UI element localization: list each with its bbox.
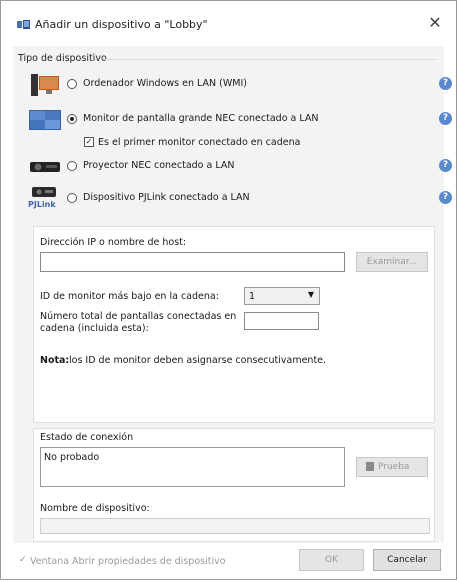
- ip-label: Dirección IP o nombre de host:: [40, 237, 187, 248]
- first-in-chain-checkbox[interactable]: ✓: [84, 137, 94, 147]
- lowest-id-select[interactable]: 1 ▼: [244, 287, 320, 305]
- ip-input[interactable]: [40, 252, 345, 272]
- device-type-label: Tipo de dispositivo: [18, 53, 107, 64]
- connection-status-box: No probado: [40, 447, 345, 487]
- help-icon[interactable]: ?: [439, 191, 452, 204]
- add-device-dialog: Añadir un dispositivo a "Lobby" ✕ Tipo d…: [0, 0, 457, 580]
- device-type-divider: [103, 59, 436, 60]
- note-bold: Nota:: [40, 355, 70, 366]
- status-panel: Estado de conexión No probado Prueba Nom…: [33, 428, 435, 542]
- projector-icon: [30, 162, 60, 172]
- open-props-check-icon[interactable]: ✓: [19, 555, 27, 565]
- option-label-nec-monitor: Monitor de pantalla grande NEC conectado…: [83, 113, 319, 124]
- close-icon[interactable]: ✕: [426, 14, 444, 32]
- connection-status-value: No probado: [44, 452, 100, 463]
- connection-status-label: Estado de conexión: [40, 432, 134, 443]
- test-icon: [366, 462, 374, 471]
- total-screens-input[interactable]: [244, 312, 319, 330]
- lowest-id-label: ID de monitor más bajo en la cadena:: [40, 291, 219, 302]
- open-props-label: Ventana Abrir propiedades de dispositivo: [30, 556, 226, 567]
- chevron-down-icon: ▼: [307, 290, 314, 299]
- note-text: los ID de monitor deben asignarse consec…: [69, 355, 327, 366]
- title-bar: Añadir un dispositivo a "Lobby" ✕: [1, 1, 456, 47]
- radio-nec-monitor[interactable]: [67, 114, 77, 124]
- radio-pjlink[interactable]: [67, 193, 77, 203]
- connection-panel: Dirección IP o nombre de host: Examinar.…: [33, 226, 435, 423]
- total-screens-label-line2: cadena (incluida esta):: [40, 323, 149, 334]
- help-icon[interactable]: ?: [439, 159, 452, 172]
- pjlink-logo-text: PJLink: [28, 200, 56, 209]
- computer-monitor-icon: [31, 74, 59, 96]
- option-label-windows: Ordenador Windows en LAN (WMI): [83, 78, 247, 89]
- first-in-chain-label: Es el primer monitor conectado en cadena: [98, 137, 301, 148]
- cancel-button[interactable]: Cancelar: [373, 549, 441, 571]
- test-button-label: Prueba: [378, 462, 410, 472]
- add-device-icon: [17, 20, 30, 29]
- device-option-nec-monitor[interactable]: Monitor de pantalla grande NEC conectado…: [27, 107, 452, 133]
- device-option-windows[interactable]: Ordenador Windows en LAN (WMI) ?: [27, 72, 452, 98]
- device-name-input[interactable]: [40, 518, 430, 534]
- total-screens-label-line1: Número total de pantallas conectadas en: [40, 311, 237, 322]
- large-display-icon: [29, 110, 61, 130]
- help-icon[interactable]: ?: [439, 77, 452, 90]
- browse-button[interactable]: Examinar...: [356, 252, 428, 272]
- help-icon[interactable]: ?: [439, 112, 452, 125]
- device-name-label: Nombre de dispositivo:: [40, 503, 150, 514]
- dialog-footer: ✓ Ventana Abrir propiedades de dispositi…: [1, 543, 456, 579]
- dialog-body: Tipo de dispositivo Ordenador Windows en…: [13, 46, 452, 543]
- option-label-pjlink: Dispositivo PJLink conectado a LAN: [83, 192, 250, 203]
- dialog-title: Añadir un dispositivo a "Lobby": [35, 18, 208, 31]
- device-option-projector[interactable]: Proyector NEC conectado a LAN ?: [27, 154, 452, 180]
- device-option-pjlink[interactable]: PJLink Dispositivo PJLink conectado a LA…: [27, 186, 452, 212]
- lowest-id-value: 1: [249, 291, 256, 302]
- test-button[interactable]: Prueba: [356, 457, 428, 477]
- radio-projector[interactable]: [67, 161, 77, 171]
- option-label-projector: Proyector NEC conectado a LAN: [83, 160, 235, 171]
- radio-windows[interactable]: [67, 79, 77, 89]
- ok-button[interactable]: OK: [299, 549, 364, 571]
